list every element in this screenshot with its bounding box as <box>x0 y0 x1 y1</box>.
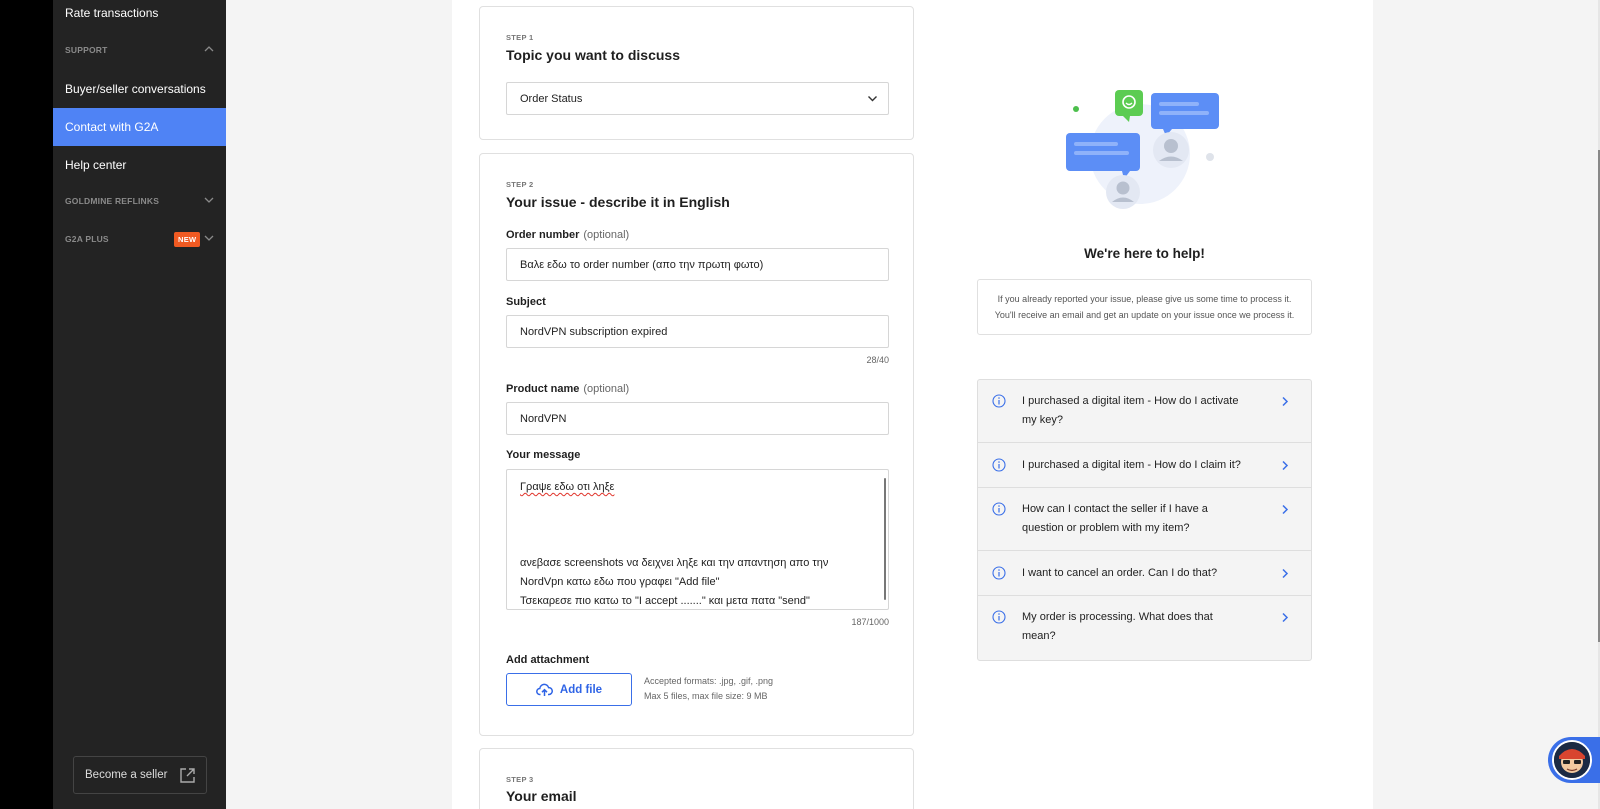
faq-text: How can I contact the seller if I have a… <box>1022 500 1242 538</box>
chevron-down-icon <box>204 197 214 203</box>
optional-hint: (optional) <box>583 383 630 395</box>
step-title: Your issue - describe it in English <box>506 194 730 210</box>
chevron-up-icon <box>204 46 214 52</box>
chat-widget-button[interactable] <box>1548 737 1600 783</box>
section-label: SUPPORT <box>65 45 108 55</box>
step-title: Topic you want to discuss <box>506 47 680 63</box>
product-name-value: NordVPN <box>520 412 567 425</box>
faq-line: How can I contact the seller if I have a <box>1022 503 1208 515</box>
info-icon <box>992 502 1006 516</box>
faq-line: I want to cancel an order. Can I do that… <box>1022 567 1218 579</box>
info-icon <box>992 458 1006 472</box>
topic-select[interactable]: Order Status <box>506 82 889 115</box>
sidebar-item-contact-g2a[interactable]: Contact with G2A <box>53 108 226 146</box>
label-text: Product name <box>506 383 580 395</box>
new-badge: NEW <box>174 232 201 247</box>
sidebar-section-g2a-plus[interactable]: G2A PLUS NEW <box>65 231 214 247</box>
subject-counter: 28/40 <box>866 355 889 365</box>
message-textarea[interactable]: Γραψε εδω οτι ληξε ανεβασε screenshots ν… <box>506 469 889 610</box>
help-note: If you already reported your issue, plea… <box>977 279 1312 335</box>
step3-card: STEP 3 Your email <box>479 748 914 809</box>
message-line: Γραψε εδω οτι ληξε <box>520 481 615 493</box>
file-limits: Max 5 files, max file size: 9 MB <box>644 691 768 701</box>
order-number-label: Order number (optional) <box>506 229 629 241</box>
faq-item[interactable]: I purchased a digital item - How do I cl… <box>978 443 1311 488</box>
product-name-input[interactable]: NordVPN <box>506 402 889 435</box>
topic-select-value: Order Status <box>520 92 583 105</box>
message-line: NordVpn κατω εδω που γραφει "Add file" <box>520 576 720 588</box>
faq-text: I want to cancel an order. Can I do that… <box>1022 564 1272 583</box>
help-note-line: If you already reported your issue, plea… <box>997 294 1292 304</box>
sidebar-item-rate-transactions[interactable]: Rate transactions <box>53 0 226 32</box>
step2-card: STEP 2 Your issue - describe it in Engli… <box>479 153 914 736</box>
message-counter: 187/1000 <box>851 617 889 627</box>
sidebar-item-label: Contact with G2A <box>65 120 159 134</box>
message-line: ανεβασε screenshots να δειχνει ληξε και … <box>520 557 829 569</box>
chevron-down-icon <box>204 235 214 241</box>
become-seller-button[interactable]: Become a seller <box>73 756 207 794</box>
label-text: Order number <box>506 229 580 241</box>
sidebar-item-buyer-seller-conversations[interactable]: Buyer/seller conversations <box>53 70 226 108</box>
faq-text: My order is processing. What does that me… <box>1022 608 1242 646</box>
sidebar-item-label: Rate transactions <box>65 6 159 20</box>
sidebar-section-goldmine[interactable]: GOLDMINE REFLINKS <box>65 193 214 209</box>
step-label: STEP 2 <box>506 180 534 189</box>
external-link-icon <box>180 768 195 783</box>
faq-item[interactable]: How can I contact the seller if I have a… <box>978 488 1311 551</box>
help-title: We're here to help! <box>1084 246 1205 261</box>
chevron-right-icon <box>1282 612 1289 623</box>
subject-input[interactable]: NordVPN subscription expired <box>506 315 889 348</box>
sidebar-section-support[interactable]: SUPPORT <box>65 42 214 58</box>
add-file-label: Add file <box>559 683 603 696</box>
faq-line: mean? <box>1022 630 1056 642</box>
chevron-right-icon <box>1282 396 1289 407</box>
faq-line: question or problem with my item? <box>1022 522 1190 534</box>
faq-line: I purchased a digital item - How do I cl… <box>1022 459 1241 471</box>
chat-avatar-icon <box>1552 740 1592 780</box>
sidebar: Rate transactions SUPPORT Buyer/seller c… <box>53 0 226 809</box>
subject-label: Subject <box>506 296 546 308</box>
chevron-right-icon <box>1282 460 1289 471</box>
faq-line: my key? <box>1022 414 1063 426</box>
step-title: Your email <box>506 788 577 804</box>
step-label: STEP 1 <box>506 33 534 42</box>
info-icon <box>992 610 1006 624</box>
message-label: Your message <box>506 449 581 461</box>
sidebar-item-label: Buyer/seller conversations <box>65 82 206 96</box>
accepted-formats: Accepted formats: .jpg, .gif, .png <box>644 676 774 686</box>
step-label: STEP 3 <box>506 775 534 784</box>
product-name-label: Product name (optional) <box>506 383 629 395</box>
help-note-line: You'll receive an email and get an updat… <box>994 310 1295 320</box>
chevron-right-icon <box>1282 568 1289 579</box>
faq-text: I purchased a digital item - How do I ac… <box>1022 392 1242 430</box>
faq-item[interactable]: I purchased a digital item - How do I ac… <box>978 380 1311 443</box>
chevron-down-icon <box>868 96 877 102</box>
faq-item[interactable]: I want to cancel an order. Can I do that… <box>978 551 1311 596</box>
textarea-scrollbar[interactable] <box>884 478 886 600</box>
sidebar-item-label: Help center <box>65 158 127 172</box>
attachment-label: Add attachment <box>506 654 590 666</box>
faq-list: I purchased a digital item - How do I ac… <box>977 379 1312 661</box>
chevron-right-icon <box>1282 504 1289 515</box>
optional-hint: (optional) <box>583 229 630 241</box>
upload-cloud-icon <box>536 683 553 696</box>
order-number-value: Βαλε εδω το order number (απο την πρωτη … <box>520 258 764 271</box>
message-line: Τσεκαρεσε πιο κατω το "I accept ......."… <box>520 595 810 607</box>
faq-text: I purchased a digital item - How do I cl… <box>1022 456 1272 475</box>
info-icon <box>992 566 1006 580</box>
faq-item[interactable]: My order is processing. What does that me… <box>978 596 1311 660</box>
info-icon <box>992 394 1006 408</box>
support-chat-illustration <box>1066 90 1219 209</box>
step1-card: STEP 1 Topic you want to discuss Order S… <box>479 6 914 140</box>
faq-line: I purchased a digital item - How do I ac… <box>1022 395 1239 407</box>
section-label: GOLDMINE REFLINKS <box>65 196 160 206</box>
become-seller-label: Become a seller <box>85 769 168 781</box>
faq-line: My order is processing. What does that <box>1022 611 1213 623</box>
subject-value: NordVPN subscription expired <box>520 325 668 338</box>
left-edge-bar <box>0 0 53 809</box>
add-file-button[interactable]: Add file <box>506 673 632 706</box>
sidebar-item-help-center[interactable]: Help center <box>53 146 226 184</box>
section-label: G2A PLUS <box>65 234 109 244</box>
order-number-input[interactable]: Βαλε εδω το order number (απο την πρωτη … <box>506 248 889 281</box>
